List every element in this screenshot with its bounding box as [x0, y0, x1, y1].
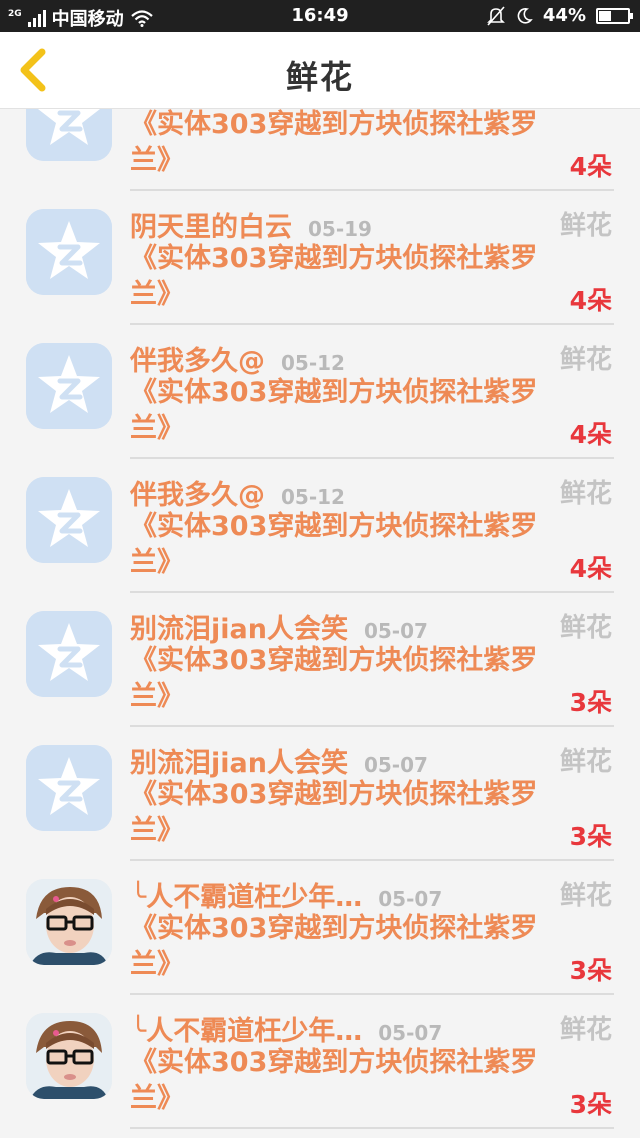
date: 05-12: [281, 351, 345, 375]
list-item[interactable]: 别流泪jian人会笑 05-07 鲜花 《实体303穿越到方块侦探社紫罗兰》 3…: [0, 727, 640, 861]
book-title: 《实体303穿越到方块侦探社紫罗兰》: [130, 377, 538, 444]
date: 05-19: [308, 217, 372, 241]
battery-icon: [596, 7, 633, 24]
gift-type: 鲜花: [559, 747, 612, 777]
date: 05-12: [281, 485, 345, 509]
list-item[interactable]: ╰人不霸道枉少年… 05-07 鲜花 《实体303穿越到方块侦探社紫罗兰》 3朵: [0, 861, 640, 995]
page-title: 鲜花: [285, 58, 354, 96]
sender-name[interactable]: 阴天里的白云: [130, 205, 292, 244]
avatar-default-icon[interactable]: [26, 209, 112, 295]
gift-type: 鲜花: [559, 1015, 612, 1045]
sender-name[interactable]: 别流泪jian人会笑: [130, 607, 348, 646]
date: 05-07: [378, 1021, 443, 1045]
book-title: 《实体303穿越到方块侦探社紫罗兰》: [130, 109, 538, 176]
flower-count: 4朵: [569, 152, 612, 181]
gift-type: 鲜花: [559, 211, 612, 241]
flower-count: 4朵: [569, 420, 612, 449]
list-item[interactable]: 伴我多久@ 05-12 鲜花 《实体303穿越到方块侦探社紫罗兰》 4朵: [0, 459, 640, 593]
list-item[interactable]: ╰人不霸道枉少年… 05-07 鲜花 《实体303穿越到方块侦探社紫罗兰》 3朵: [0, 995, 640, 1129]
flower-count: 4朵: [569, 554, 612, 583]
list-item[interactable]: 伴我多久@ 05-12 鲜花 《实体303穿越到方块侦探社紫罗兰》 4朵: [0, 325, 640, 459]
flower-count: 3朵: [569, 822, 612, 851]
flower-count: 3朵: [569, 956, 612, 985]
book-title: 《实体303穿越到方块侦探社紫罗兰》: [130, 645, 538, 712]
status-bar: 2G 中国移动 16:49 44%: [0, 0, 640, 32]
nav-header: 鲜花: [0, 32, 640, 109]
mute-bell-icon: [486, 5, 505, 26]
sender-name[interactable]: ╰人不霸道枉少年…: [130, 1009, 362, 1048]
list-item[interactable]: 阴天里的白云 05-19 鲜花 《实体303穿越到方块侦探社紫罗兰》 4朵: [0, 191, 640, 325]
avatar-default-icon[interactable]: [26, 611, 112, 697]
sender-name[interactable]: 伴我多久@: [130, 473, 265, 512]
book-title: 《实体303穿越到方块侦探社紫罗兰》: [130, 243, 538, 310]
book-title: 《实体303穿越到方块侦探社紫罗兰》: [130, 913, 538, 980]
list-item[interactable]: 别流泪jian人会笑 05-07 鲜花 《实体303穿越到方块侦探社紫罗兰》 3…: [0, 593, 640, 727]
book-title: 《实体303穿越到方块侦探社紫罗兰》: [130, 511, 538, 578]
divider: [130, 1127, 614, 1129]
date: 05-07: [363, 619, 428, 643]
moon-icon: [517, 7, 533, 24]
gift-type: 鲜花: [559, 345, 612, 375]
avatar-photo[interactable]: [26, 1013, 112, 1099]
avatar-photo[interactable]: [26, 879, 112, 965]
sender-name[interactable]: 伴我多久@: [130, 339, 265, 378]
flower-count: 3朵: [569, 688, 612, 717]
gift-type: 鲜花: [559, 479, 612, 509]
book-title: 《实体303穿越到方块侦探社紫罗兰》: [130, 779, 538, 846]
avatar-default-icon[interactable]: [26, 477, 112, 563]
flower-count: 3朵: [569, 1090, 612, 1119]
book-title: 《实体303穿越到方块侦探社紫罗兰》: [130, 1047, 538, 1114]
date: 05-07: [363, 753, 428, 777]
gift-type: 鲜花: [559, 613, 612, 643]
avatar-default-icon[interactable]: [26, 343, 112, 429]
battery-percent: 44%: [542, 5, 586, 26]
date: 05-07: [378, 887, 443, 911]
gift-type: 鲜花: [559, 881, 612, 911]
sender-name[interactable]: 别流泪jian人会笑: [130, 741, 348, 780]
avatar-default-icon[interactable]: [26, 745, 112, 831]
flower-count: 4朵: [569, 286, 612, 315]
sender-name[interactable]: ╰人不霸道枉少年…: [130, 875, 362, 914]
